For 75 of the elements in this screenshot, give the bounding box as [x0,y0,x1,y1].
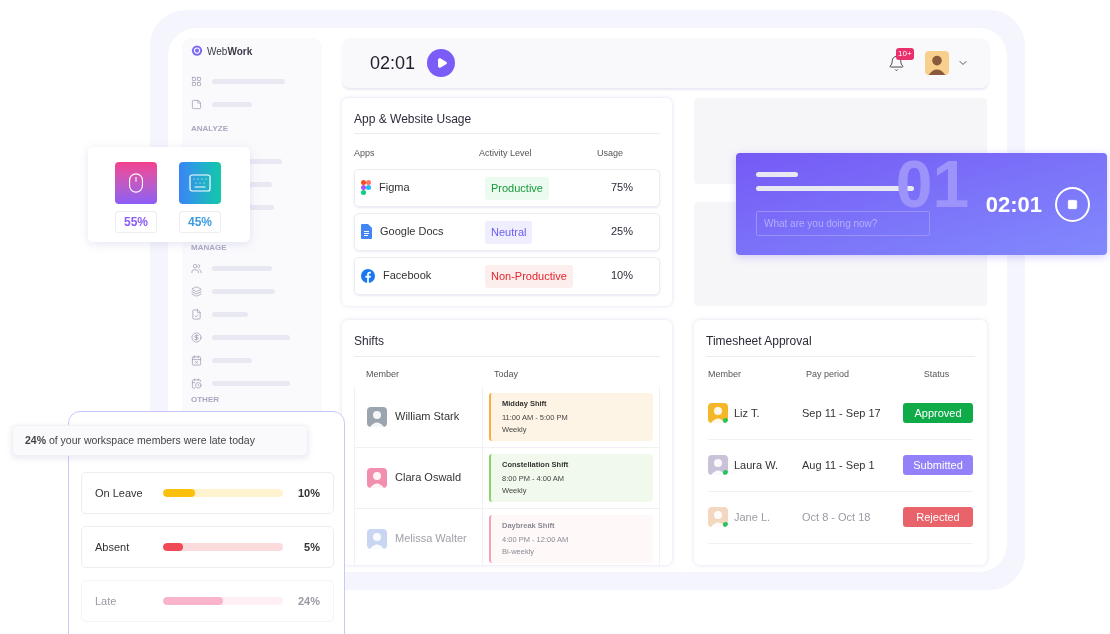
pay-period: Aug 11 - Sep 1 [802,457,876,473]
status-label: Rejected [903,506,973,528]
card-title: App & Website Usage [354,110,660,134]
avatar-icon [367,467,387,488]
app-name: Figma [379,180,410,196]
stop-icon [1067,198,1078,210]
attendance-label: On Leave [95,485,144,501]
attendance-value: 24% [296,593,320,609]
column-header: Member [366,368,400,381]
activity-level: Non-Productive [485,265,573,288]
column-header: Activity Level [479,147,533,160]
menu-icon[interactable] [191,285,202,297]
section-label: OTHER [191,394,220,406]
usage-value: 75% [610,180,635,196]
column-header: Usage [596,147,624,160]
avatar-icon [708,403,728,423]
logo-icon [191,45,203,57]
attendance-value: 10% [296,485,320,501]
brand-name: WebWork [207,44,253,59]
activity-level: Neutral [485,221,533,244]
pay-period: Sep 11 - Sep 17 [802,405,882,421]
column-header: Today [494,368,520,381]
member-name: Laura W. [734,457,779,473]
timer-text: 02:01 [985,190,1042,219]
menu-icon[interactable] [191,262,202,274]
member-name: Clara Oswald [395,470,462,486]
percentage-value: 55% [115,211,157,233]
app-name: Google Docs [380,224,444,240]
notification-icon[interactable] [888,54,905,72]
percentage-value: 45% [179,211,221,233]
stop-button[interactable] [1055,186,1090,222]
card-title: Shifts [354,332,660,357]
member-name: Liz T. [734,405,760,421]
section-label: ANALYZE [191,123,230,135]
menu-icon[interactable] [191,308,202,320]
avatar-icon [367,528,387,549]
menu-icon[interactable] [191,75,202,87]
avatar-icon [367,406,387,427]
menu-icon[interactable] [191,331,202,343]
section-label: MANAGE [191,242,228,254]
status-label: Submitted [903,454,973,476]
late-summary-text: 24% of your workspace members were late today [25,432,255,448]
usage-value: 25% [610,224,635,240]
menu-icon[interactable] [191,98,202,110]
menu-icon[interactable] [191,377,202,389]
timer-text: 02:01 [370,51,416,75]
member-name: William Stark [395,409,460,425]
avatar-icon [708,507,728,527]
pay-period: Oct 8 - Oct 18 [802,509,872,525]
play-icon [436,57,449,69]
status-label: Approved [903,402,973,424]
notification-badge: 10+ [896,47,914,60]
app-name: Facebook [383,268,432,284]
mouse-icon [115,162,157,204]
attendance-label: Absent [95,539,131,555]
play-button[interactable] [427,49,456,77]
user-avatar-icon[interactable] [925,51,949,75]
attendance-value: 5% [303,539,320,555]
document-icon [361,224,372,239]
column-header: Apps [354,147,376,160]
card-title: Timesheet Approval [706,332,975,357]
member-name: Jane L. [734,509,771,525]
app-logo-icon [361,180,371,195]
avatar-icon [708,455,728,475]
usage-value: 10% [610,268,635,284]
attendance-label: Late [95,593,118,609]
placeholder-bar [756,172,798,177]
keyboard-icon [179,162,221,204]
column-header: Pay period [806,368,851,381]
member-name: Melissa Walter [395,531,467,547]
column-header: Member [708,368,742,381]
menu-icon[interactable] [191,354,202,366]
activity-level: Productive [485,177,549,200]
app-logo-icon [361,268,375,283]
column-header: Status [922,368,951,381]
